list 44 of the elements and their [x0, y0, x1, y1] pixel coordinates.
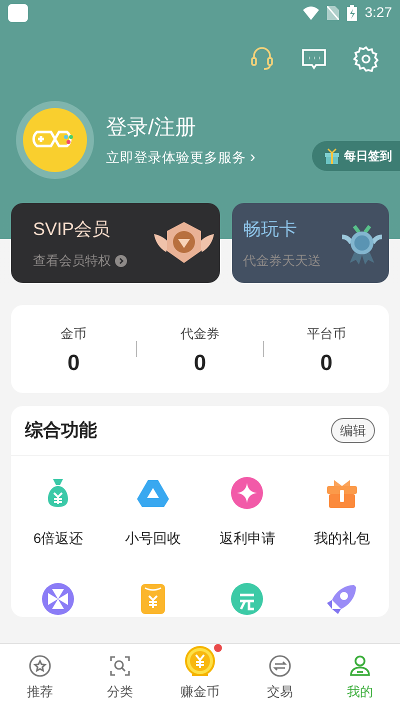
- gift-icon: [324, 148, 340, 164]
- diamond-badge-icon: [152, 220, 216, 266]
- status-time: 3:27: [364, 3, 392, 22]
- coin-icon: [184, 646, 216, 678]
- battery-icon: [346, 4, 357, 20]
- balance-label: 金币: [60, 325, 87, 344]
- balance-label: 代金券: [180, 325, 220, 344]
- svip-card[interactable]: SVIP会员 查看会员特权: [11, 203, 220, 283]
- sparkle-icon: [229, 475, 266, 511]
- chevron-glyph: ›: [250, 150, 256, 166]
- card-title: SVIP会员: [33, 218, 112, 241]
- section-title: 综合功能: [25, 419, 97, 442]
- search-icon: [108, 654, 132, 678]
- gamepad-icon: [23, 108, 87, 172]
- no-sim-icon: [326, 6, 339, 20]
- function-item[interactable]: 返利申请: [200, 475, 294, 549]
- headset-icon[interactable]: [248, 45, 276, 73]
- tab-item[interactable]: 赚金币: [160, 644, 240, 709]
- tab-item[interactable]: 分类: [80, 644, 160, 709]
- tab-item[interactable]: 推荐: [0, 644, 80, 709]
- function-item[interactable]: 6倍返还: [11, 475, 106, 549]
- swap-icon: [268, 654, 292, 678]
- function-item[interactable]: 小号回收: [106, 475, 200, 549]
- balance-value[interactable]: 0: [194, 352, 206, 374]
- balance-label: 平台币: [306, 325, 346, 344]
- tab-item[interactable]: 交易: [240, 644, 320, 709]
- function-label: 我的礼包: [314, 529, 370, 548]
- pass-card[interactable]: 畅玩卡 代金券天天送: [232, 203, 389, 283]
- card-title: 畅玩卡: [243, 218, 298, 241]
- person-icon: [348, 654, 372, 678]
- card-subtitle: 代金券天天送: [243, 252, 321, 270]
- arrow-circle-icon: [115, 254, 127, 266]
- notification-icon: [8, 4, 28, 22]
- edit-button[interactable]: 编辑: [331, 418, 375, 444]
- function-label: 返利申请: [219, 529, 276, 548]
- wifi-icon: [302, 6, 319, 20]
- settings-icon[interactable]: [352, 45, 380, 73]
- balance-value[interactable]: 0: [320, 352, 332, 374]
- daily-sign-button[interactable]: 每日签到: [312, 141, 400, 171]
- function-label: 6倍返还: [33, 529, 84, 548]
- balance-value[interactable]: 0: [68, 352, 80, 374]
- card-subtitle: 查看会员特权: [33, 252, 111, 270]
- function-item[interactable]: 我的礼包: [294, 475, 389, 549]
- function-label: 小号回收: [124, 529, 181, 548]
